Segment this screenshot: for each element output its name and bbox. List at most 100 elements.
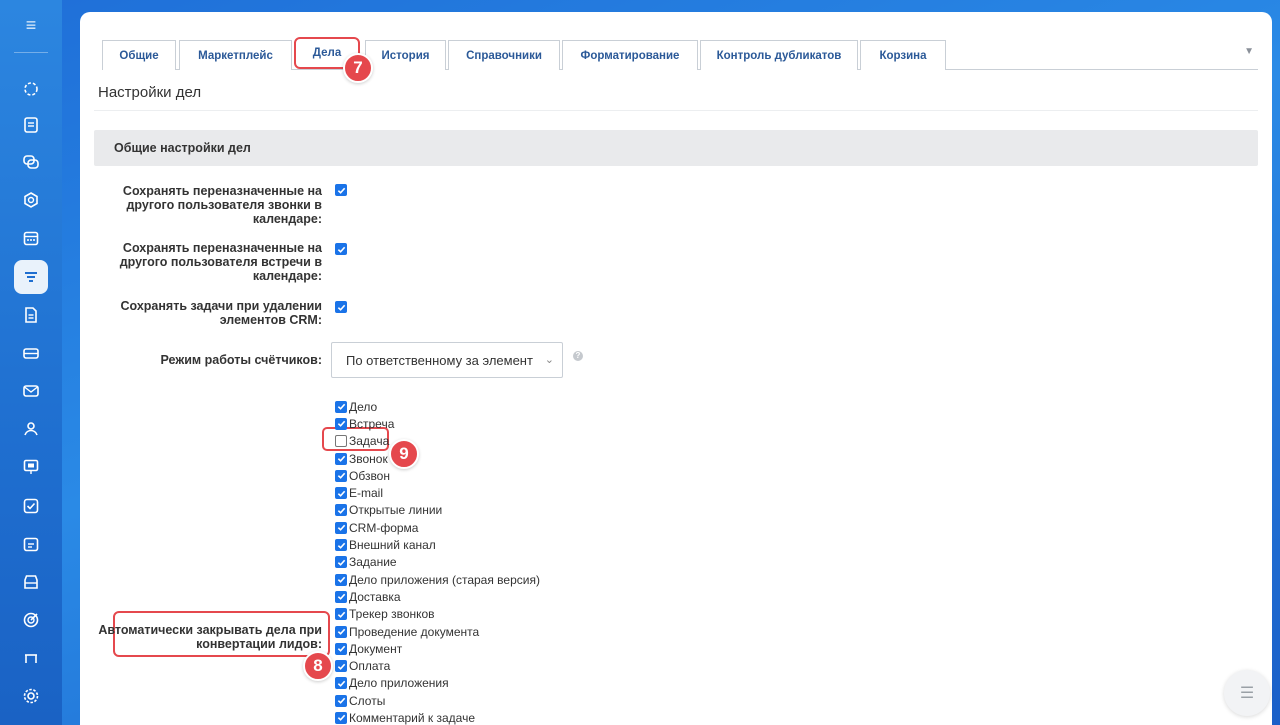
auto-close-item-label: Открытые линии: [349, 503, 443, 518]
auto-close-item[interactable]: Внешний канал: [335, 536, 540, 553]
auto-close-checkbox[interactable]: [335, 521, 347, 534]
tab-history[interactable]: История: [365, 40, 446, 70]
chat-icon[interactable]: [14, 145, 48, 179]
auto-close-item[interactable]: Проведение документа: [335, 623, 540, 640]
auto-close-checkbox[interactable]: [335, 435, 347, 448]
setting-checkbox-meetings[interactable]: [335, 243, 347, 255]
schedule-icon[interactable]: [14, 527, 48, 561]
tab-marketplace[interactable]: Маркетплейс: [179, 40, 292, 70]
auto-close-item-label: Звонок: [349, 451, 388, 466]
auto-close-item-label: Документ: [349, 641, 403, 656]
auto-close-item[interactable]: Задача: [335, 433, 540, 450]
auto-close-item[interactable]: Доставка: [335, 588, 540, 605]
auto-close-checkbox[interactable]: [335, 573, 347, 586]
auto-close-item-label: E-mail: [349, 486, 384, 501]
document-icon[interactable]: [14, 298, 48, 332]
auto-close-item[interactable]: E-mail: [335, 484, 540, 501]
auto-close-label: Автоматически закрывать дела при конверт…: [98, 623, 322, 651]
tab-duplicate-control[interactable]: Контроль дубликатов: [700, 40, 858, 70]
auto-close-checkbox[interactable]: [335, 608, 347, 621]
tasks-icon[interactable]: [14, 489, 48, 523]
auto-close-item[interactable]: Оплата: [335, 657, 540, 674]
inbox-icon[interactable]: [14, 336, 48, 370]
list-menu-button[interactable]: ☰: [1224, 670, 1270, 716]
auto-close-item[interactable]: Встреча: [335, 415, 540, 432]
presentation-icon[interactable]: [14, 450, 48, 484]
counter-mode-select[interactable]: По ответственному за элемент ⌄: [331, 342, 563, 378]
auto-close-item[interactable]: Трекер звонков: [335, 606, 540, 623]
feed-icon[interactable]: [14, 108, 48, 142]
crm-funnel-icon[interactable]: [14, 260, 48, 294]
auto-close-item[interactable]: Документ: [335, 640, 540, 657]
auto-close-checkbox[interactable]: [335, 417, 347, 430]
auto-close-checkbox[interactable]: [335, 400, 347, 413]
auto-close-item-label: Слоты: [349, 693, 386, 708]
title-divider: [94, 110, 1258, 111]
sidebar-divider: [14, 52, 48, 53]
auto-close-item-label: CRM-форма: [349, 520, 419, 535]
setting-label-meetings: Сохранять переназначенные на другого пол…: [119, 241, 322, 283]
auto-close-item-label: Встреча: [349, 416, 395, 431]
auto-close-item[interactable]: Открытые линии: [335, 502, 540, 519]
target-icon[interactable]: [14, 603, 48, 637]
setting-checkbox-calls[interactable]: [335, 184, 347, 196]
auto-close-item-label: Проведение документа: [349, 624, 480, 639]
auto-close-checkbox[interactable]: [335, 469, 347, 482]
tab-recycle-bin[interactable]: Корзина: [860, 40, 946, 70]
auto-close-item[interactable]: Дело приложения: [335, 675, 540, 692]
hexagon-icon[interactable]: [14, 183, 48, 217]
counter-mode-label: Режим работы счётчиков:: [160, 353, 322, 367]
help-icon[interactable]: ?: [573, 351, 583, 361]
auto-close-item-label: Дело приложения (старая версия): [349, 572, 540, 587]
section-header: Общие настройки дел: [94, 130, 1258, 166]
auto-close-checkbox[interactable]: [335, 625, 347, 638]
mail-icon[interactable]: [14, 374, 48, 408]
settings-icon[interactable]: [14, 679, 48, 713]
calendar-icon[interactable]: [14, 221, 48, 255]
auto-close-item[interactable]: Слоты: [335, 692, 540, 709]
setting-label-tasks: Сохранять задачи при удалении элементов …: [120, 299, 322, 327]
auto-close-checkbox[interactable]: [335, 504, 347, 517]
auto-close-checkbox[interactable]: [335, 556, 347, 569]
tab-general[interactable]: Общие: [102, 40, 176, 70]
auto-close-checkbox[interactable]: [335, 677, 347, 690]
auto-close-item[interactable]: Комментарий к задаче: [335, 709, 540, 725]
auto-close-item-label: Оплата: [349, 659, 391, 674]
auto-close-checkbox[interactable]: [335, 487, 347, 500]
cart-icon[interactable]: [14, 641, 48, 675]
page-title: Настройки дел: [98, 84, 202, 101]
tabs-dropdown-icon[interactable]: ▼: [1244, 46, 1254, 57]
auto-close-item-label: Доставка: [349, 589, 401, 604]
tab-directories[interactable]: Справочники: [448, 40, 560, 70]
setting-label-calls: Сохранять переназначенные на другого пол…: [122, 184, 322, 226]
auto-close-item[interactable]: Обзвон: [335, 467, 540, 484]
step-badge-7: 7: [343, 53, 373, 83]
auto-close-item[interactable]: Дело: [335, 398, 540, 415]
tab-formatting[interactable]: Форматирование: [562, 40, 698, 70]
auto-close-item-label: Задание: [349, 555, 397, 570]
auto-close-checkbox[interactable]: [335, 590, 347, 603]
auto-close-checkbox[interactable]: [335, 711, 347, 724]
auto-close-checkbox[interactable]: [335, 694, 347, 707]
auto-close-checkbox[interactable]: [335, 452, 347, 465]
auto-close-checkbox[interactable]: [335, 642, 347, 655]
auto-close-list: Дело Встреча Задача Звонок Обзвон E-mail Откры…: [335, 398, 540, 725]
auto-close-item-label: Обзвон: [349, 468, 390, 483]
auto-close-item[interactable]: Задание: [335, 554, 540, 571]
store-icon[interactable]: [14, 565, 48, 599]
auto-close-checkbox[interactable]: [335, 660, 347, 673]
flow-icon[interactable]: [14, 72, 48, 106]
auto-close-checkbox[interactable]: [335, 539, 347, 552]
settings-panel: Общие Маркетплейс Дела История Справочни…: [80, 12, 1272, 725]
contacts-icon[interactable]: [14, 412, 48, 446]
auto-close-item[interactable]: CRM-форма: [335, 519, 540, 536]
menu-icon[interactable]: ≡: [20, 16, 42, 34]
auto-close-item[interactable]: Звонок: [335, 450, 540, 467]
setting-checkbox-tasks[interactable]: [335, 301, 347, 313]
auto-close-item[interactable]: Дело приложения (старая версия): [335, 571, 540, 588]
auto-close-item-label: Задача: [349, 434, 390, 449]
left-sidebar: ≡: [0, 0, 62, 725]
tab-bar: Общие Маркетплейс Дела История Справочни…: [102, 37, 1258, 70]
auto-close-item-label: Комментарий к задаче: [349, 710, 476, 725]
chevron-down-icon: ⌄: [544, 354, 554, 366]
